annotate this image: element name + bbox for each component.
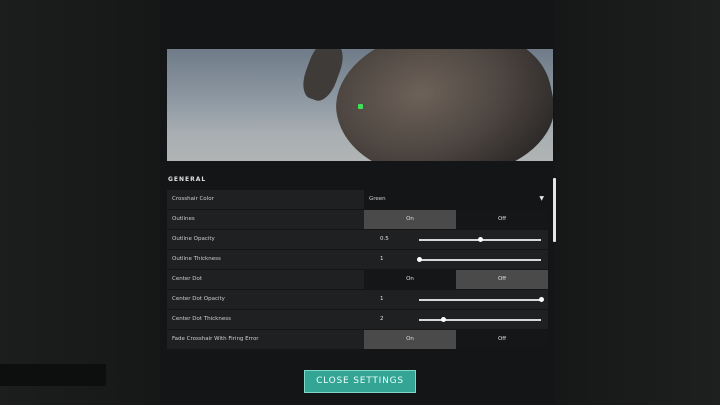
crosshair-color-select[interactable]: Green ▼ — [364, 190, 548, 209]
center-dot-off-button[interactable]: Off — [456, 270, 548, 289]
outline-opacity-label: Outline Opacity — [172, 236, 215, 242]
crosshair-preview — [167, 49, 553, 161]
crosshair-color-value: Green — [369, 196, 386, 202]
slider-thumb[interactable] — [538, 297, 544, 302]
fade-crosshair-label: Fade Crosshair With Firing Error — [172, 336, 259, 342]
row-center-dot-opacity: Center Dot Opacity 1 — [167, 290, 548, 309]
outlines-label: Outlines — [172, 216, 195, 222]
section-title: GENERAL — [168, 176, 207, 183]
outlines-off-button[interactable]: Off — [456, 210, 548, 229]
fade-crosshair-toggle: On Off — [364, 330, 548, 349]
outline-thickness-value[interactable]: 1 — [380, 250, 384, 269]
center-dot-opacity-value[interactable]: 1 — [380, 290, 384, 309]
row-fade-crosshair: Fade Crosshair With Firing Error On Off — [167, 330, 548, 349]
row-outlines: Outlines On Off — [167, 210, 548, 229]
outline-thickness-slider[interactable]: 1 — [364, 250, 548, 269]
settings-scrollbar[interactable] — [553, 178, 556, 242]
slider-thumb[interactable] — [440, 317, 446, 322]
center-dot-label: Center Dot — [172, 276, 203, 282]
background-left — [0, 0, 160, 405]
row-crosshair-color: Crosshair Color Green ▼ — [167, 190, 548, 209]
slider-track[interactable] — [419, 299, 541, 301]
slider-track[interactable] — [419, 319, 541, 321]
center-dot-toggle: On Off — [364, 270, 548, 289]
background-right — [555, 0, 720, 405]
outline-opacity-value[interactable]: 0.5 — [380, 230, 389, 249]
outlines-toggle: On Off — [364, 210, 548, 229]
row-center-dot-thickness: Center Dot Thickness 2 — [167, 310, 548, 329]
outline-thickness-label: Outline Thickness — [172, 256, 221, 262]
row-outline-thickness: Outline Thickness 1 — [167, 250, 548, 269]
slider-thumb[interactable] — [477, 237, 483, 242]
fade-crosshair-off-button[interactable]: Off — [456, 330, 548, 349]
outline-opacity-slider[interactable]: 0.5 — [364, 230, 548, 249]
outlines-on-button[interactable]: On — [364, 210, 456, 229]
close-settings-button[interactable]: CLOSE SETTINGS — [304, 370, 416, 393]
center-dot-opacity-label: Center Dot Opacity — [172, 296, 225, 302]
center-dot-opacity-slider[interactable]: 1 — [364, 290, 548, 309]
row-center-dot: Center Dot On Off — [167, 270, 548, 289]
crosshair-color-label: Crosshair Color — [172, 196, 214, 202]
chevron-down-icon: ▼ — [539, 195, 544, 202]
background-strip — [0, 364, 106, 386]
center-dot-thickness-slider[interactable]: 2 — [364, 310, 548, 329]
fade-crosshair-on-button[interactable]: On — [364, 330, 456, 349]
settings-list: Crosshair Color Green ▼ Outlines On Off … — [167, 190, 548, 350]
slider-thumb[interactable] — [416, 257, 422, 262]
row-outline-opacity: Outline Opacity 0.5 — [167, 230, 548, 249]
center-dot-on-button[interactable]: On — [364, 270, 456, 289]
center-dot-thickness-label: Center Dot Thickness — [172, 316, 231, 322]
slider-track[interactable] — [419, 259, 541, 261]
center-dot-thickness-value[interactable]: 2 — [380, 310, 384, 329]
crosshair-preview-dot — [358, 104, 363, 109]
